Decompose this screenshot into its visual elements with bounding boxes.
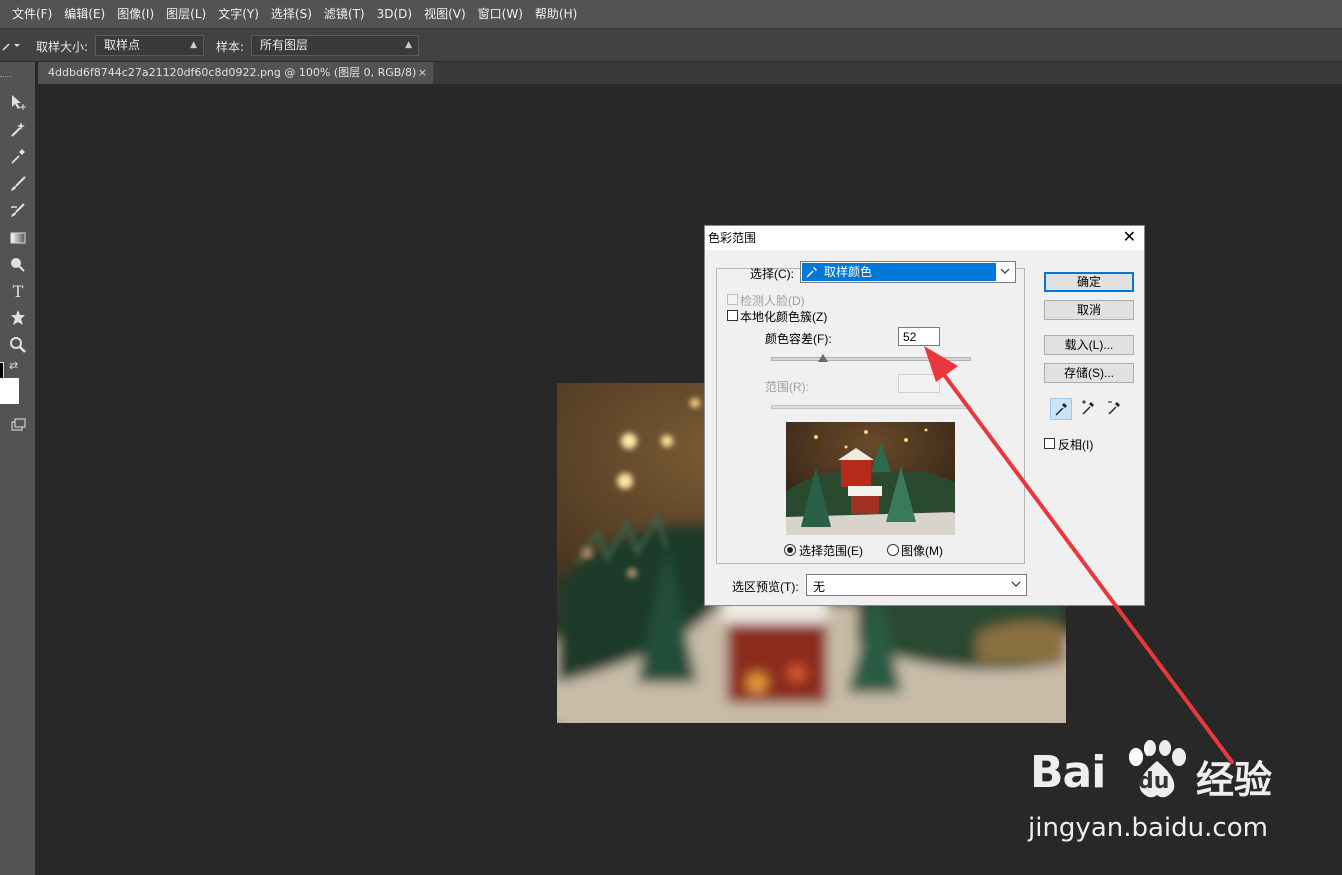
selection-preview-dropdown[interactable]: 无: [806, 574, 1027, 596]
tools-panel: T ⇄: [0, 62, 36, 875]
menu-item-1[interactable]: 编辑(E): [58, 0, 111, 28]
fuzziness-slider-track[interactable]: [771, 357, 971, 361]
selection-preview-thumbnail: [786, 422, 955, 535]
fuzziness-input[interactable]: [898, 327, 940, 346]
watermark-url: jingyan.baidu.com: [1028, 813, 1268, 843]
range-slider-track[interactable]: [771, 405, 971, 409]
gradient-icon[interactable]: [8, 228, 28, 248]
watermark-brand-suffix: 经验: [1196, 758, 1273, 802]
brush-icon[interactable]: [8, 174, 28, 194]
swap-colors-icon[interactable]: ⇄: [9, 359, 18, 372]
close-icon[interactable]: ✕: [1123, 226, 1136, 250]
range-label: 范围(R):: [765, 380, 809, 394]
zoom-tool-icon[interactable]: [8, 335, 28, 355]
menu-item-9[interactable]: 窗口(W): [472, 0, 529, 28]
localized-clusters-label: 本地化颜色簇(Z): [740, 310, 828, 324]
detect-faces-checkbox[interactable]: [727, 294, 738, 305]
select-highlight: 取样颜色: [802, 263, 996, 281]
document-tab-title: 4ddbd6f8744c27a21120df60c8d0922.png @ 10…: [48, 66, 417, 79]
chevron-down-icon: [1010, 578, 1022, 590]
fuzziness-label: 颜色容差(F):: [765, 332, 832, 346]
load-button[interactable]: 载入(L)...: [1044, 335, 1134, 355]
selection-preview-label: 选区预览(T):: [732, 580, 799, 594]
dialog-title-bar: 色彩范围 ✕: [705, 226, 1144, 250]
chevron-down-icon: [999, 265, 1011, 277]
document-tab-bar: 4ddbd6f8744c27a21120df60c8d0922.png @ 10…: [38, 62, 1342, 84]
invert-label: 反相(I): [1058, 438, 1094, 452]
tab-close-icon[interactable]: ×: [418, 62, 427, 84]
sample-value: 所有图层: [260, 38, 309, 52]
baidu-jingyan-watermark: Bai du 经验 jingyan.baidu.com: [1028, 735, 1328, 855]
menu-item-7[interactable]: 3D(D): [371, 0, 418, 28]
document-tab[interactable]: 4ddbd6f8744c27a21120df60c8d0922.png @ 10…: [38, 62, 433, 84]
menu-item-8[interactable]: 视图(V): [418, 0, 472, 28]
menu-item-3[interactable]: 图层(L): [160, 0, 212, 28]
background-color-swatch[interactable]: [0, 378, 19, 404]
menu-item-10[interactable]: 帮助(H): [529, 0, 583, 28]
sample-size-select[interactable]: 取样点 ▲: [95, 35, 204, 56]
watermark-brand: Bai: [1030, 747, 1106, 798]
menu-item-6[interactable]: 滤镜(T): [318, 0, 371, 28]
sample-size-value: 取样点: [104, 38, 141, 52]
options-bar: 取样大小: 取样点 ▲ 样本: 所有图层 ▲: [0, 28, 1342, 62]
updown-arrow-icon: ▲: [190, 40, 197, 50]
type-tool-icon[interactable]: T: [8, 282, 28, 302]
add-to-sample-eyedropper-icon[interactable]: [1078, 398, 1100, 420]
sample-label: 样本:: [216, 40, 245, 54]
updown-arrow-icon: ▲: [405, 40, 412, 50]
range-input[interactable]: [898, 374, 940, 393]
eyedropper-icon[interactable]: [1050, 398, 1072, 420]
ok-button[interactable]: 确定: [1044, 272, 1134, 292]
magic-wand-icon[interactable]: [8, 119, 28, 139]
dodge-icon[interactable]: [8, 255, 28, 275]
invert-checkbox[interactable]: [1044, 438, 1055, 449]
menu-bar: 文件(F) 编辑(E) 图像(I) 图层(L) 文字(Y) 选择(S) 滤镜(T) 3D(D)…: [0, 0, 1342, 28]
eyedropper-icon[interactable]: [8, 146, 28, 166]
eyedropper-preset-icon[interactable]: [0, 36, 24, 54]
select-value: 取样颜色: [824, 265, 873, 279]
dialog-title: 色彩范围: [708, 231, 757, 245]
selection-radio[interactable]: [784, 544, 796, 556]
selection-preview-value: 无: [813, 580, 826, 594]
subtract-from-sample-eyedropper-icon[interactable]: [1104, 398, 1126, 420]
menu-item-4[interactable]: 文字(Y): [212, 0, 265, 28]
select-label: 选择(C):: [750, 267, 794, 281]
screen-mode-icon[interactable]: [8, 415, 28, 435]
fuzziness-slider-thumb[interactable]: [818, 354, 828, 362]
menu-item-5[interactable]: 选择(S): [265, 0, 318, 28]
image-radio[interactable]: [887, 544, 899, 556]
detect-faces-label: 检测人脸(D): [740, 294, 805, 308]
color-range-dialog: 色彩范围 ✕ 选择(C): 取样颜色 检测人脸(D) 本地化颜色簇(Z) 颜色容…: [704, 225, 1145, 606]
menu-item-0[interactable]: 文件(F): [6, 0, 58, 28]
sampled-colors-eyedropper-icon: [805, 265, 819, 279]
sample-size-label: 取样大小:: [36, 40, 89, 54]
watermark-brand-du: du: [1138, 769, 1170, 794]
panel-grip[interactable]: [0, 76, 12, 80]
cancel-button[interactable]: 取消: [1044, 300, 1134, 320]
menu-item-2[interactable]: 图像(I): [111, 0, 160, 28]
move-tool-icon[interactable]: [8, 92, 28, 112]
sample-select[interactable]: 所有图层 ▲: [251, 35, 419, 56]
image-radio-label: 图像(M): [901, 544, 943, 558]
select-dropdown[interactable]: 取样颜色: [800, 261, 1016, 283]
localized-clusters-checkbox[interactable]: [727, 310, 738, 321]
shape-tool-icon[interactable]: [8, 308, 28, 328]
save-button[interactable]: 存储(S)...: [1044, 363, 1134, 383]
selection-radio-label: 选择范围(E): [799, 544, 863, 558]
history-brush-icon[interactable]: [8, 201, 28, 221]
